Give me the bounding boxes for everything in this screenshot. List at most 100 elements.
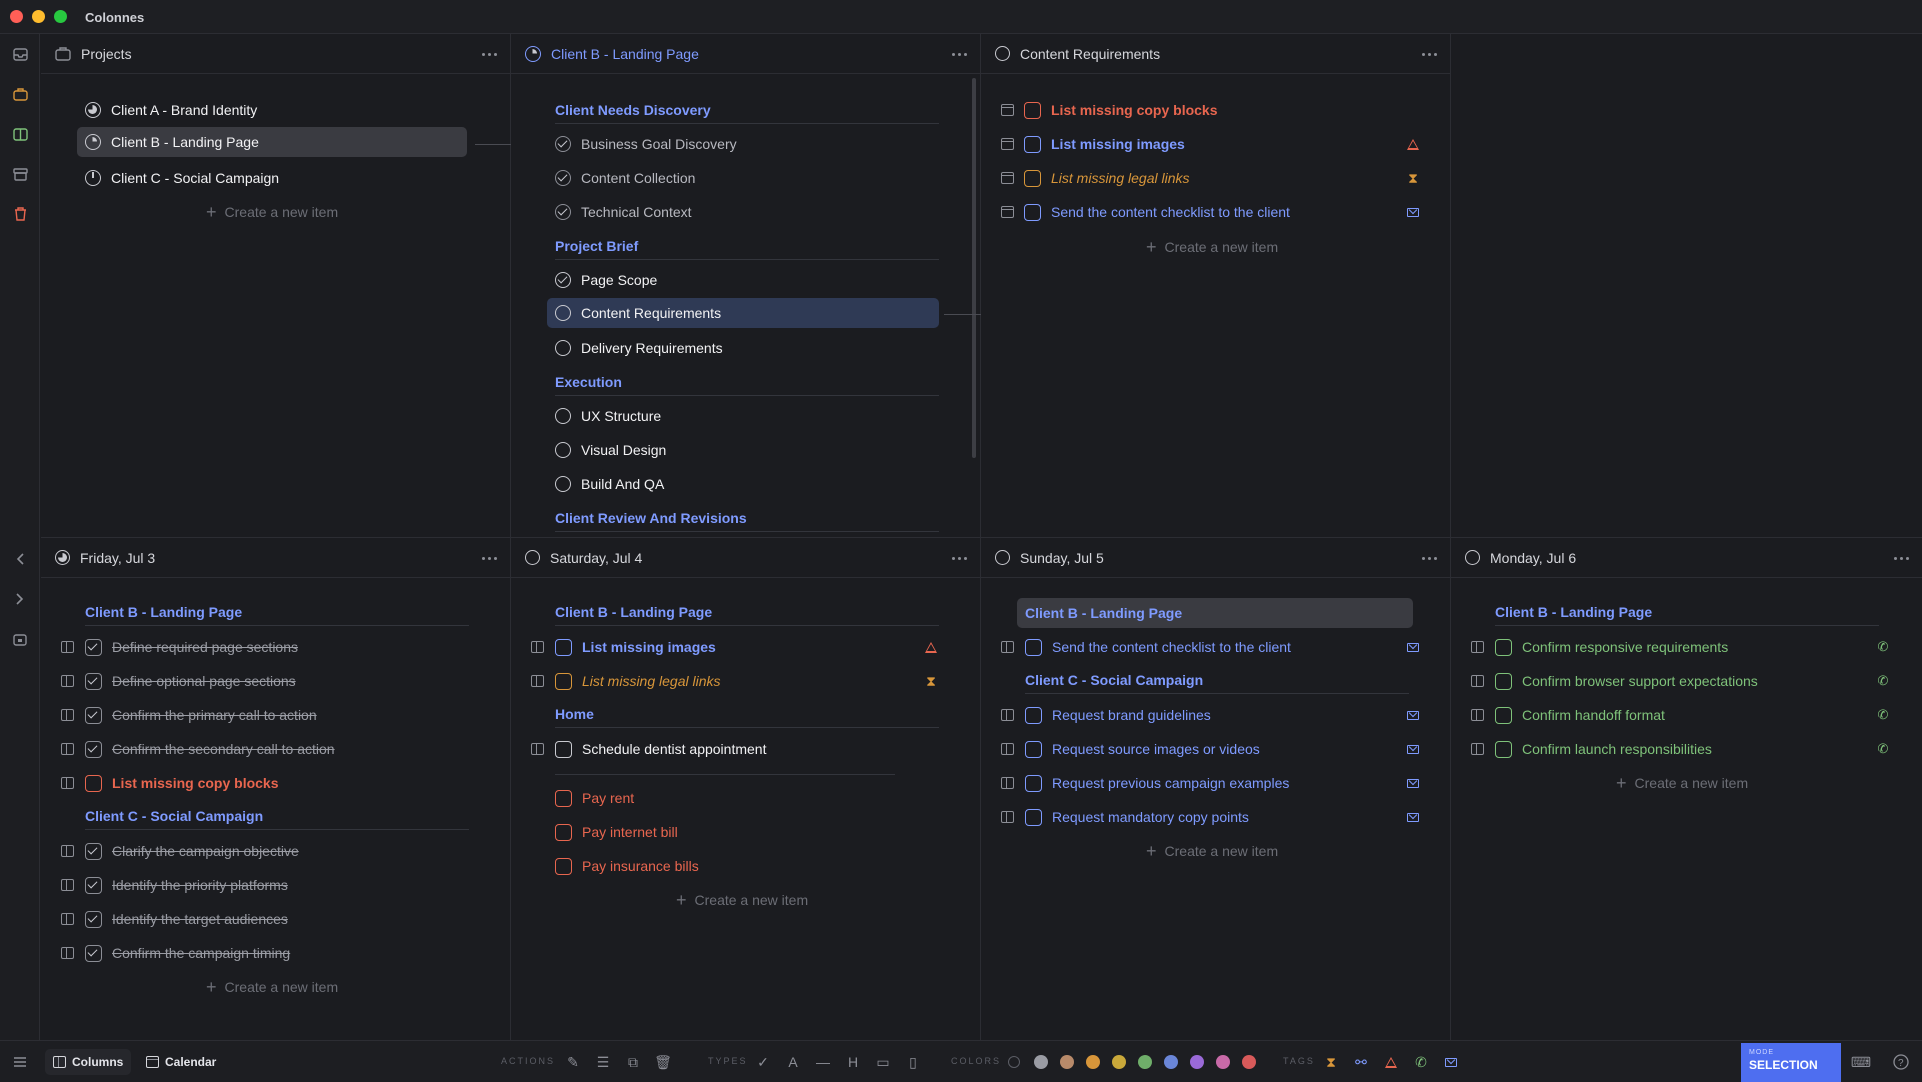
section-heading[interactable]: Client Needs Discovery <box>555 96 939 124</box>
task-item[interactable]: List missing copy blocks <box>61 768 471 798</box>
task-item[interactable]: Send the content checklist to the client <box>1001 632 1421 662</box>
task-item[interactable]: Build And QA <box>555 469 939 499</box>
columns-view-button[interactable]: Columns <box>45 1049 132 1075</box>
inbox-icon[interactable] <box>10 44 30 64</box>
task-item[interactable]: Delivery Requirements <box>555 333 939 363</box>
more-options-icon[interactable] <box>948 44 970 64</box>
book-type-icon[interactable]: ▯ <box>904 1053 922 1071</box>
task-item[interactable]: Request previous campaign examples <box>1001 768 1421 798</box>
task-item[interactable]: Confirm responsive requirements ✆ <box>1471 632 1891 662</box>
color-swatch-brown[interactable] <box>1060 1055 1074 1069</box>
create-item-button[interactable]: + Create a new item <box>1616 768 1748 798</box>
projects-briefcase-icon[interactable] <box>10 84 30 104</box>
close-window-button[interactable] <box>10 10 23 23</box>
task-item[interactable]: Clarify the campaign objective <box>61 836 471 866</box>
task-item[interactable]: Visual Design <box>555 435 939 465</box>
zoom-window-button[interactable] <box>54 10 67 23</box>
task-item[interactable]: Pay internet bill <box>555 817 939 847</box>
heading-type-icon[interactable]: H <box>844 1053 862 1071</box>
task-item[interactable]: Confirm handoff format ✆ <box>1471 700 1891 730</box>
task-item[interactable]: Request source images or videos <box>1001 734 1421 764</box>
more-options-icon[interactable] <box>478 548 500 568</box>
text-type-icon[interactable]: A <box>784 1053 802 1071</box>
color-swatch-yellow[interactable] <box>1112 1055 1126 1069</box>
color-swatch-blue[interactable] <box>1164 1055 1178 1069</box>
section-heading[interactable]: Execution <box>555 368 939 396</box>
color-swatch-pink[interactable] <box>1216 1055 1230 1069</box>
task-checkbox[interactable] <box>1024 135 1041 153</box>
color-swatch-orange[interactable] <box>1086 1055 1100 1069</box>
task-item[interactable]: Pay insurance bills <box>555 851 939 881</box>
create-item-button[interactable]: + Create a new item <box>1146 232 1278 262</box>
group-heading[interactable]: Client C - Social Campaign <box>1025 666 1409 694</box>
project-item[interactable]: Client A - Brand Identity <box>77 95 467 125</box>
create-item-button[interactable]: + Create a new item <box>206 197 338 227</box>
task-checkbox[interactable] <box>1024 169 1041 187</box>
more-options-icon[interactable] <box>948 548 970 568</box>
task-item[interactable]: Confirm launch responsibilities ✆ <box>1471 734 1891 764</box>
mail-tag-icon[interactable] <box>1442 1053 1460 1071</box>
group-heading[interactable]: Client B - Landing Page <box>85 598 469 626</box>
chevron-left-icon[interactable] <box>10 549 30 569</box>
task-item[interactable]: Page Scope <box>555 265 939 295</box>
more-options-icon[interactable] <box>478 44 500 64</box>
no-color-swatch[interactable] <box>1008 1056 1020 1068</box>
project-item[interactable]: Client C - Social Campaign <box>77 163 467 193</box>
task-item[interactable]: List missing images <box>1001 129 1421 159</box>
task-item[interactable]: Content Collection <box>555 163 939 193</box>
divider-type-icon[interactable]: — <box>814 1053 832 1071</box>
edit-icon[interactable]: ✎ <box>564 1053 582 1071</box>
task-item[interactable]: Confirm the primary call to action <box>61 700 471 730</box>
group-heading-selected[interactable]: Client B - Landing Page <box>1017 598 1413 628</box>
task-checkbox[interactable] <box>1024 203 1041 221</box>
color-swatch-purple[interactable] <box>1190 1055 1204 1069</box>
task-item[interactable]: Schedule dentist appointment <box>531 734 951 764</box>
mode-indicator[interactable]: MODE SELECTION <box>1741 1043 1841 1082</box>
task-item[interactable]: List missing images <box>531 632 951 662</box>
minimize-window-button[interactable] <box>32 10 45 23</box>
color-swatch-gray[interactable] <box>1034 1055 1048 1069</box>
task-item[interactable]: List missing copy blocks <box>1001 95 1421 125</box>
task-item[interactable]: Request mandatory copy points <box>1001 802 1421 832</box>
move-icon[interactable]: ☰ <box>594 1053 612 1071</box>
task-item[interactable]: Confirm browser support expectations ✆ <box>1471 666 1891 696</box>
group-heading[interactable]: Home <box>555 700 939 728</box>
color-swatch-green[interactable] <box>1138 1055 1152 1069</box>
checkmark-type-icon[interactable]: ✓ <box>754 1053 772 1071</box>
section-heading[interactable]: Project Brief <box>555 232 939 260</box>
task-item[interactable]: Identify the priority platforms <box>61 870 471 900</box>
hourglass-tag-icon[interactable]: ⧗ <box>1322 1053 1340 1071</box>
folder-type-icon[interactable]: ▭ <box>874 1053 892 1071</box>
group-heading[interactable]: Client C - Social Campaign <box>85 802 469 830</box>
warning-tag-icon[interactable] <box>1382 1053 1400 1071</box>
task-item[interactable]: Define optional page sections <box>61 666 471 696</box>
more-options-icon[interactable] <box>1890 548 1912 568</box>
calendar-view-button[interactable]: Calendar <box>138 1049 224 1075</box>
areas-book-icon[interactable] <box>10 124 30 144</box>
phone-tag-icon[interactable]: ✆ <box>1412 1053 1430 1071</box>
archive-icon[interactable] <box>10 164 30 184</box>
task-item[interactable]: Identify the target audiences <box>61 904 471 934</box>
task-item[interactable]: Technical Context <box>555 197 939 227</box>
task-item[interactable]: List missing legal links ⧗ <box>1001 163 1421 193</box>
chevron-right-icon[interactable] <box>10 589 30 609</box>
create-item-button[interactable]: + Create a new item <box>206 972 338 1002</box>
more-options-icon[interactable] <box>1418 548 1440 568</box>
delete-icon[interactable]: 🗑 <box>654 1053 672 1071</box>
task-item-selected[interactable]: Content Requirements <box>547 298 939 328</box>
group-heading[interactable]: Client B - Landing Page <box>1495 598 1879 626</box>
create-item-button[interactable]: + Create a new item <box>676 885 808 915</box>
keyboard-icon[interactable]: ⌨ <box>1851 1053 1871 1071</box>
menu-icon[interactable] <box>11 1053 29 1071</box>
calendar-today-icon[interactable] <box>10 629 30 649</box>
help-icon[interactable]: ? <box>1892 1053 1910 1071</box>
more-options-icon[interactable] <box>1418 44 1440 64</box>
duplicate-icon[interactable]: ⧉ <box>624 1053 642 1071</box>
color-swatch-red[interactable] <box>1242 1055 1256 1069</box>
group-heading[interactable]: Client B - Landing Page <box>555 598 939 626</box>
task-item[interactable]: Request brand guidelines <box>1001 700 1421 730</box>
scrollbar[interactable] <box>972 78 976 458</box>
task-item[interactable]: Send the content checklist to the client <box>1001 197 1421 227</box>
task-item[interactable]: Business Goal Discovery <box>555 129 939 159</box>
task-item[interactable]: Pay rent <box>555 783 939 813</box>
